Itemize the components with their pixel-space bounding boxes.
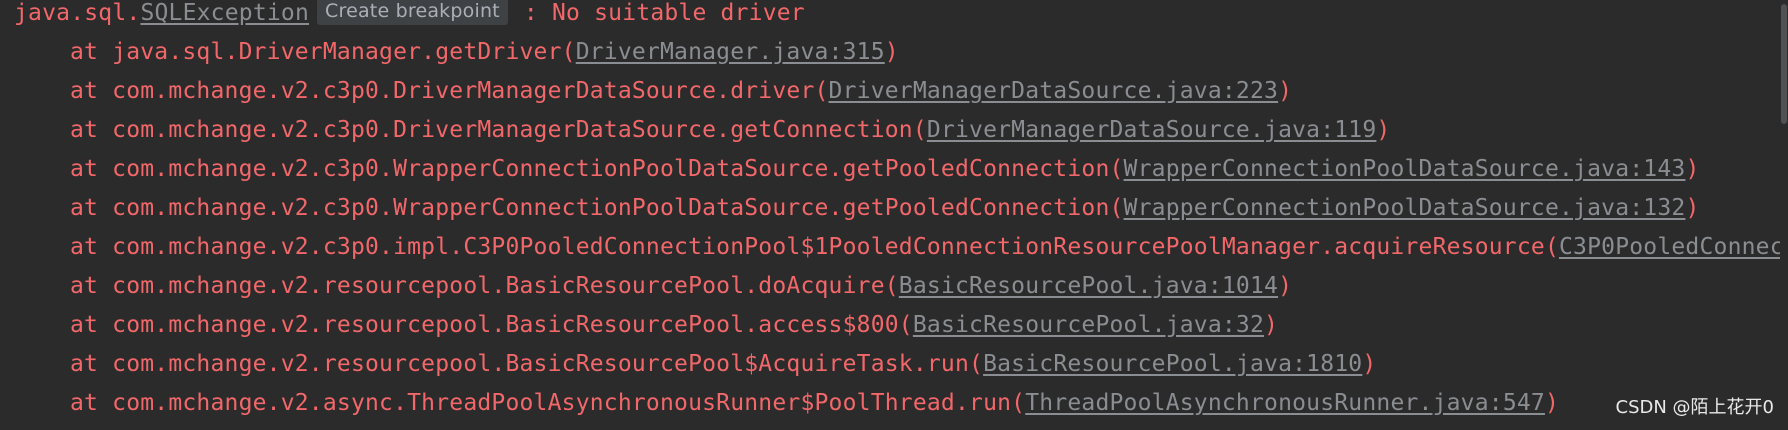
frame-source-link[interactable]: DriverManager.java:315 xyxy=(576,39,885,65)
frame-method: at com.mchange.v2.resourcepool.BasicReso… xyxy=(70,273,899,299)
frame-method: at com.mchange.v2.c3p0.DriverManagerData… xyxy=(70,117,927,143)
stack-frame: at com.mchange.v2.resourcepool.BasicReso… xyxy=(0,267,1292,306)
frame-source-link[interactable]: BasicResourcePool.java:1014 xyxy=(899,273,1278,299)
watermark: CSDN @陌上花开0 xyxy=(1615,397,1775,418)
exception-message: : No suitable driver xyxy=(509,0,805,26)
frame-method: at com.mchange.v2.c3p0.DriverManagerData… xyxy=(70,78,829,104)
stack-frame: at com.mchange.v2.c3p0.impl.C3P0PooledCo… xyxy=(0,228,1788,267)
console-output: java.sql.SQLException Create breakpoint :… xyxy=(0,0,1788,430)
vertical-scrollbar[interactable] xyxy=(1780,0,1788,430)
stack-frame: at com.mchange.v2.async.ThreadPoolAsynch… xyxy=(0,384,1559,423)
scrollbar-thumb[interactable] xyxy=(1781,4,1787,124)
exception-header: java.sql.SQLException Create breakpoint :… xyxy=(14,0,805,33)
frame-suffix: ) xyxy=(1544,390,1560,416)
frame-method: at com.mchange.v2.async.ThreadPoolAsynch… xyxy=(70,390,1026,416)
frame-source-link[interactable]: WrapperConnectionPoolDataSource.java:143 xyxy=(1124,156,1686,182)
frame-suffix: ) xyxy=(1278,273,1293,299)
frame-suffix: ) xyxy=(1685,156,1700,182)
frame-suffix: ) xyxy=(1685,195,1700,221)
stack-frame: at com.mchange.v2.c3p0.WrapperConnection… xyxy=(0,189,1700,228)
frame-source-link[interactable]: BasicResourcePool.java:1810 xyxy=(983,351,1362,377)
frame-source-link[interactable]: ThreadPoolAsynchronousRunner.java:547 xyxy=(1025,390,1545,416)
frame-method: at com.mchange.v2.c3p0.WrapperConnection… xyxy=(70,156,1124,182)
frame-suffix: ) xyxy=(884,39,899,65)
stack-frame: at com.mchange.v2.c3p0.WrapperConnection… xyxy=(0,150,1700,189)
stack-frame: at com.mchange.v2.c3p0.DriverManagerData… xyxy=(0,111,1390,150)
create-breakpoint-tooltip[interactable]: Create breakpoint xyxy=(317,0,508,25)
frame-method: at java.sql.DriverManager.getDriver( xyxy=(70,39,576,65)
frame-suffix: ) xyxy=(1278,78,1293,104)
stack-frame: at com.mchange.v2.resourcepool.BasicReso… xyxy=(0,306,1278,345)
frame-suffix: ) xyxy=(1362,351,1377,377)
frame-source-link[interactable]: WrapperConnectionPoolDataSource.java:132 xyxy=(1124,195,1686,221)
stack-frame: at java.sql.DriverManager.getDriver(Driv… xyxy=(0,33,899,72)
exception-class-link[interactable]: SQLException xyxy=(140,0,309,26)
stack-frame: at com.mchange.v2.c3p0.DriverManagerData… xyxy=(0,72,1292,111)
exception-prefix: java.sql. xyxy=(14,0,141,26)
frame-source-link[interactable]: DriverManagerDataSource.java:223 xyxy=(829,78,1279,104)
stack-frame: at com.mchange.v2.resourcepool.BasicReso… xyxy=(0,345,1376,384)
frame-suffix: ) xyxy=(1264,312,1279,338)
frame-method: at com.mchange.v2.c3p0.impl.C3P0PooledCo… xyxy=(70,234,1559,260)
frame-suffix: ) xyxy=(1376,117,1391,143)
frame-source-link[interactable]: DriverManagerDataSource.java:119 xyxy=(927,117,1377,143)
frame-method: at com.mchange.v2.resourcepool.BasicReso… xyxy=(70,351,984,377)
frame-method: at com.mchange.v2.resourcepool.BasicReso… xyxy=(70,312,913,338)
frame-source-link[interactable]: C3P0PooledConnect xyxy=(1559,234,1788,260)
frame-source-link[interactable]: BasicResourcePool.java:32 xyxy=(913,312,1264,338)
frame-method: at com.mchange.v2.c3p0.WrapperConnection… xyxy=(70,195,1124,221)
